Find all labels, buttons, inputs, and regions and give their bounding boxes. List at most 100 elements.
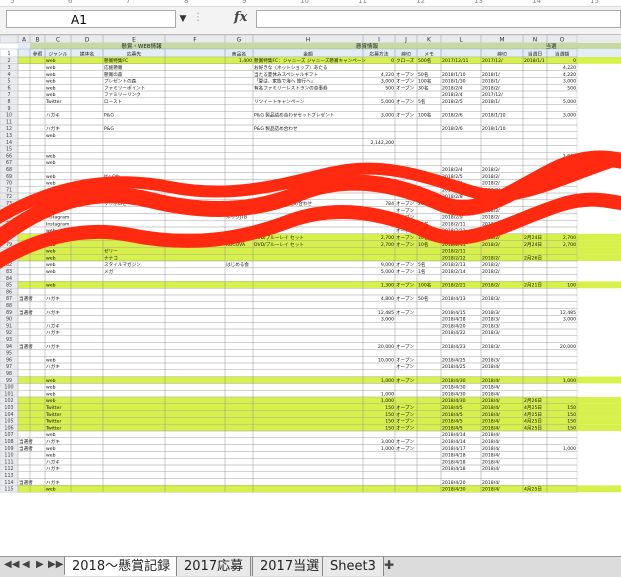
cell bbox=[29, 152, 46, 160]
cell-text: 30名 bbox=[418, 84, 428, 91]
cell-text: 2017/12/ bbox=[482, 58, 503, 64]
cell bbox=[224, 63, 254, 71]
cell bbox=[252, 260, 364, 268]
function-icon[interactable]: fx bbox=[234, 10, 247, 25]
cell bbox=[362, 90, 396, 98]
cell bbox=[522, 383, 548, 391]
cell bbox=[416, 444, 442, 452]
cell bbox=[29, 335, 46, 343]
cell bbox=[164, 335, 226, 343]
cell bbox=[29, 104, 46, 112]
cell bbox=[546, 274, 578, 282]
header-cell-label: 応募先 bbox=[127, 50, 142, 57]
cell bbox=[70, 97, 104, 105]
cell bbox=[522, 301, 548, 309]
tab-2017-applications[interactable]: 2017応募 bbox=[176, 557, 252, 576]
formula-input[interactable] bbox=[256, 10, 621, 28]
cell bbox=[17, 131, 31, 139]
cell-text: web bbox=[46, 249, 56, 255]
cell bbox=[29, 301, 46, 309]
cell bbox=[17, 369, 31, 377]
cell-text: web bbox=[46, 58, 56, 64]
row-number: 113 bbox=[4, 473, 13, 479]
cell bbox=[252, 369, 364, 377]
tab-nav-next-icon[interactable]: ▶ bbox=[36, 559, 44, 570]
cell bbox=[546, 430, 578, 438]
cell bbox=[17, 464, 31, 472]
cell bbox=[362, 464, 396, 472]
cell-text: 2018/3/ bbox=[482, 296, 500, 302]
header-cell-label: 当選額 bbox=[555, 50, 570, 57]
tab-nav-first-icon[interactable]: ◀◀ bbox=[4, 559, 19, 570]
row-number: 5 bbox=[7, 79, 10, 85]
name-box-dropdown-icon[interactable]: ▼ bbox=[176, 10, 190, 28]
cell-text: オープン bbox=[396, 99, 415, 105]
cell bbox=[164, 349, 226, 357]
cell-text: Twitter bbox=[45, 425, 62, 431]
tab-sheet3[interactable]: Sheet3 bbox=[322, 557, 384, 576]
cell bbox=[102, 444, 166, 452]
cell-text: オープン bbox=[396, 72, 415, 78]
cell bbox=[102, 451, 166, 459]
cell bbox=[70, 471, 104, 479]
ruler-mark: 11 bbox=[358, 0, 367, 5]
cell-text: 2018/1/ bbox=[482, 79, 500, 85]
cell bbox=[362, 383, 396, 391]
cell bbox=[394, 274, 418, 282]
cell bbox=[522, 437, 548, 445]
cell-text: P&G 製品詰め合わせ bbox=[254, 125, 298, 132]
cell-text: 12,485 bbox=[378, 310, 394, 316]
cell bbox=[394, 90, 418, 98]
cell-text: P&G bbox=[104, 126, 114, 132]
cell bbox=[252, 267, 364, 275]
cell bbox=[17, 158, 31, 166]
cell bbox=[224, 356, 254, 364]
column-header-label: N bbox=[533, 36, 538, 43]
cell bbox=[102, 458, 166, 466]
cell bbox=[164, 131, 226, 139]
cell bbox=[17, 315, 31, 323]
ruler: 5 6 7 8 9 10 11 12 13 14 15 bbox=[0, 0, 621, 7]
cell bbox=[522, 444, 548, 452]
cell-text: 2018/3/ bbox=[482, 323, 500, 329]
cell bbox=[440, 138, 482, 146]
name-box[interactable]: A1 bbox=[6, 10, 176, 28]
cell bbox=[102, 118, 166, 126]
cell bbox=[44, 118, 72, 126]
cell bbox=[416, 213, 442, 221]
cell-text: 2018/4/ bbox=[482, 391, 500, 397]
cell bbox=[102, 315, 166, 323]
tab-2017-wins[interactable]: 2017当選 bbox=[252, 557, 328, 576]
cell bbox=[416, 138, 442, 146]
cell bbox=[394, 145, 418, 153]
cell bbox=[546, 471, 578, 479]
ruler-mark: 15 bbox=[590, 0, 599, 5]
tab-nav-prev-icon[interactable]: ◀ bbox=[22, 559, 30, 570]
tab-2018-records[interactable]: 2018～懸賞記録 bbox=[64, 557, 179, 576]
tab-nav-last-icon[interactable]: ▶▶ bbox=[48, 559, 63, 570]
cell bbox=[522, 328, 548, 336]
cell bbox=[29, 349, 46, 357]
cell bbox=[29, 63, 46, 71]
cell bbox=[17, 356, 31, 364]
cell bbox=[164, 63, 226, 71]
row-number: 67 bbox=[6, 160, 12, 166]
cell bbox=[70, 478, 104, 486]
spreadsheet-grid[interactable]: A B C D E F G H I J K L M N O 懸賞・WEB情報 懸賞情報 当選 参照 ジャンル 媒体名 応募… bbox=[0, 35, 621, 556]
cell bbox=[522, 124, 548, 132]
cell bbox=[416, 430, 442, 438]
cell bbox=[224, 90, 254, 98]
cell bbox=[252, 308, 364, 316]
cell bbox=[394, 63, 418, 71]
cell-text: 応援懸賞 bbox=[104, 64, 123, 71]
row-number: 14 bbox=[6, 140, 12, 146]
cell bbox=[164, 390, 226, 398]
cell bbox=[440, 158, 482, 166]
cell bbox=[522, 131, 548, 139]
cell-text: 3,000 bbox=[563, 79, 576, 85]
cell bbox=[416, 118, 442, 126]
cell-text: 当選者 bbox=[19, 438, 33, 445]
new-sheet-icon[interactable]: ✚ bbox=[384, 558, 394, 572]
cell-text: 2018/2/ bbox=[482, 167, 500, 173]
cell-text: ハガキ bbox=[46, 322, 60, 329]
